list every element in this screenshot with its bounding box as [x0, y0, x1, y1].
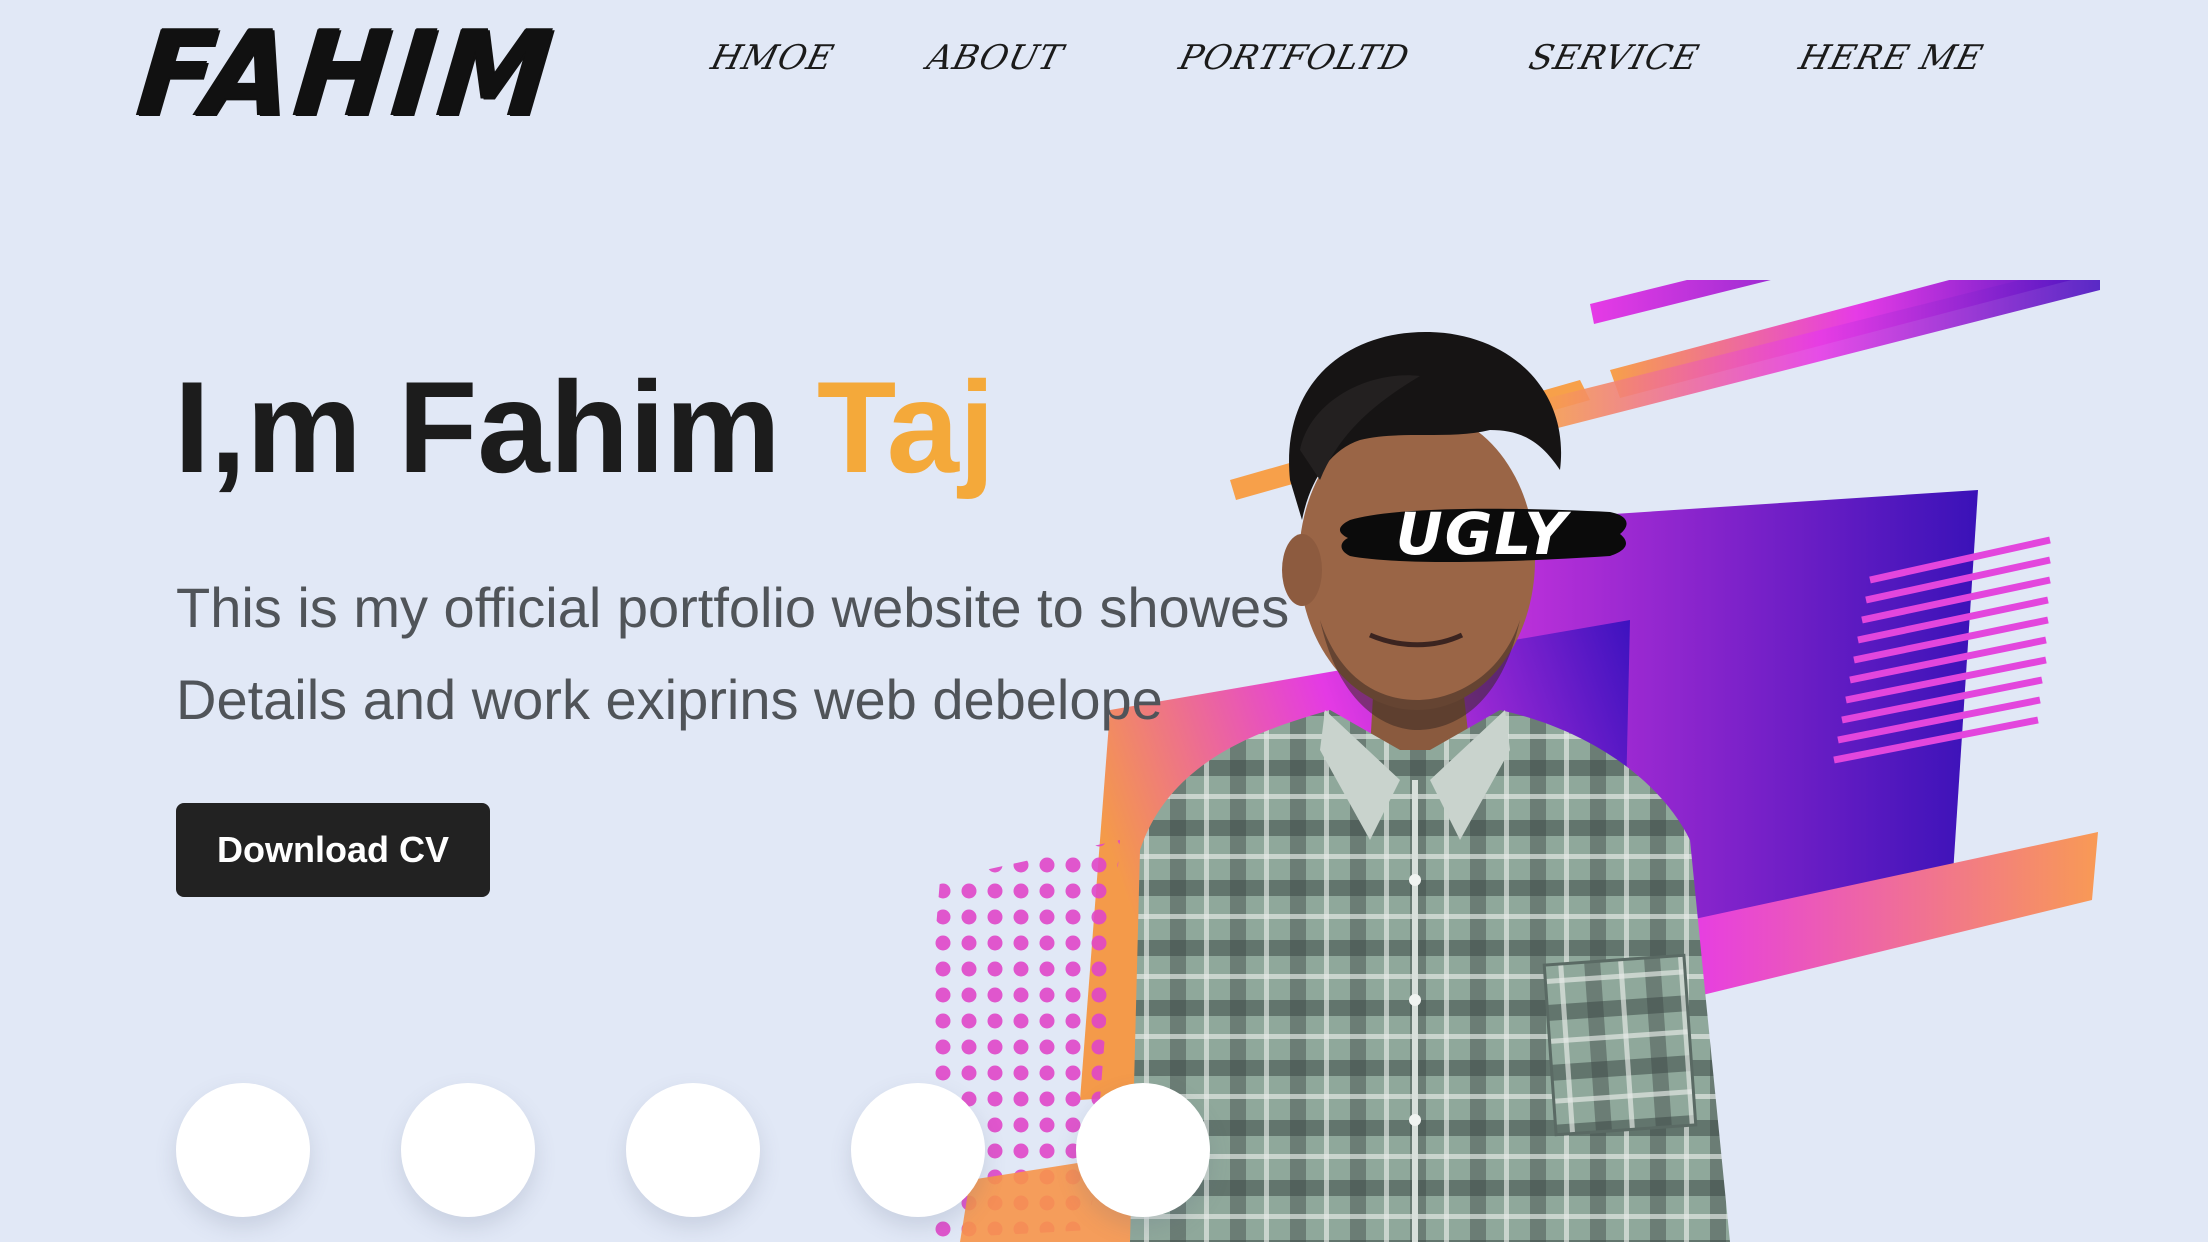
hero-title-accent: Taj [816, 354, 996, 500]
nav-link-hire-me[interactable]: HERE ME [1795, 38, 1987, 78]
hero-description: This is my official portfolio website to… [176, 562, 1289, 746]
hero-description-line-2: Details and work exiprins web debelope [176, 668, 1163, 731]
social-icon-5[interactable] [1076, 1083, 1210, 1217]
social-icon-2[interactable] [401, 1083, 535, 1217]
nav-link-service[interactable]: SERVICE [1525, 38, 1703, 78]
portrait-figure [1130, 331, 1730, 1242]
ugly-label: UGLY [1396, 500, 1572, 568]
download-cv-button[interactable]: Download CV [176, 803, 490, 897]
hero-title: I,m Fahim Taj [174, 362, 995, 492]
social-icon-3[interactable] [626, 1083, 760, 1217]
nav-link-home[interactable]: HMOE [707, 38, 838, 78]
main-nav: HMOE ABOUT PORTFOLTD SERVICE HERE ME [0, 38, 2208, 88]
portfolio-page: FAHIM HMOE ABOUT PORTFOLTD SERVICE HERE … [0, 0, 2208, 1242]
social-icon-4[interactable] [851, 1083, 985, 1217]
nav-link-portfolio[interactable]: PORTFOLTD [1175, 38, 1414, 78]
social-icon-1[interactable] [176, 1083, 310, 1217]
hero-title-name: I,m Fahim [174, 354, 817, 500]
hero-description-line-1: This is my official portfolio website to… [176, 576, 1290, 639]
nav-link-about[interactable]: ABOUT [923, 38, 1067, 78]
